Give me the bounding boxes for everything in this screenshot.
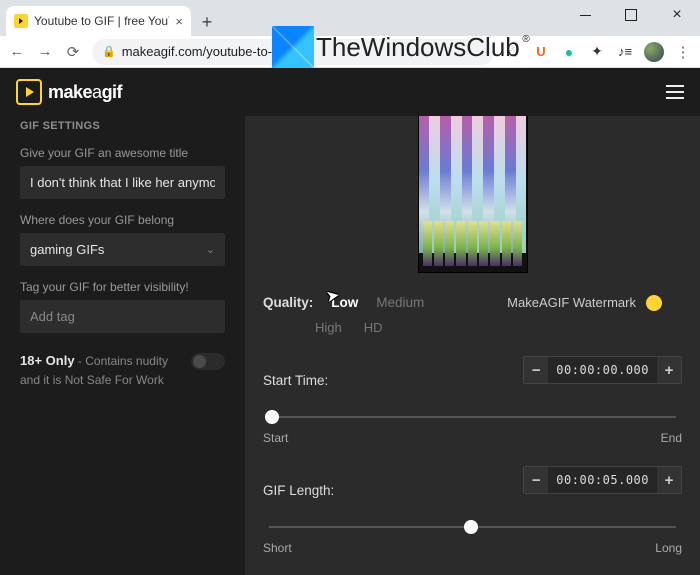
length-slider-thumb[interactable] <box>464 520 478 534</box>
extension-music-icon[interactable]: ♪≡ <box>616 43 634 61</box>
video-preview <box>418 116 528 273</box>
length-slider-right-label: Long <box>655 541 682 555</box>
logo-play-icon <box>16 79 42 105</box>
gif-length-label: GIF Length: <box>263 483 334 498</box>
category-value: gaming GIFs <box>30 242 104 257</box>
quality-hd[interactable]: HD <box>364 320 383 335</box>
overlay-brand-text: TheWindowsClub® <box>316 32 520 63</box>
quality-medium[interactable]: Medium <box>376 295 424 310</box>
extensions-icon[interactable]: ✦ <box>588 43 606 61</box>
chevron-down-icon: ⌄ <box>206 243 215 256</box>
logo-text: makeagif <box>48 82 122 103</box>
watermark-toggle[interactable] <box>646 295 662 311</box>
gif-length-value[interactable]: 00:00:05.000 <box>548 467 657 493</box>
adult-toggle[interactable] <box>191 353 225 370</box>
window-maximize-button[interactable] <box>608 0 654 30</box>
window-minimize-button[interactable] <box>562 0 608 30</box>
site-logo[interactable]: makeagif <box>16 79 122 105</box>
extension-u-icon[interactable]: U <box>532 43 550 61</box>
category-label: Where does your GIF belong <box>20 213 225 227</box>
url-text: makeagif.com/youtube-to-gif <box>122 44 286 59</box>
nav-reload-icon[interactable]: ⟳ <box>64 43 82 61</box>
browser-tab[interactable]: Youtube to GIF | free YouTube to × <box>6 6 191 36</box>
quality-low[interactable]: Low <box>331 295 358 310</box>
quality-label: Quality: <box>263 295 313 310</box>
profile-avatar[interactable] <box>644 42 664 62</box>
length-slider-left-label: Short <box>263 541 292 555</box>
start-slider-right-label: End <box>661 431 682 445</box>
chrome-menu-icon[interactable]: ⋮ <box>674 43 692 61</box>
start-time-label: Start Time: <box>263 373 328 388</box>
tab-title: Youtube to GIF | free YouTube to <box>34 14 169 28</box>
menu-hamburger-icon[interactable] <box>666 85 684 99</box>
tags-input[interactable]: Add tag <box>20 300 225 333</box>
length-plus-button[interactable]: + <box>657 467 681 493</box>
title-label: Give your GIF an awesome title <box>20 146 225 160</box>
start-time-value[interactable]: 00:00:00.000 <box>548 357 657 383</box>
quality-high[interactable]: High <box>315 320 342 335</box>
start-slider-left-label: Start <box>263 431 288 445</box>
start-slider-thumb[interactable] <box>265 410 279 424</box>
tab-close-icon[interactable]: × <box>175 14 183 29</box>
extension-grammarly-icon[interactable]: ● <box>560 43 578 61</box>
tab-favicon <box>14 14 28 28</box>
start-time-plus-button[interactable]: + <box>657 357 681 383</box>
lock-icon: 🔒 <box>102 45 116 58</box>
start-time-slider[interactable] <box>263 410 682 421</box>
gif-length-slider[interactable] <box>263 520 682 531</box>
start-time-control: − 00:00:00.000 + <box>523 356 682 384</box>
gif-title-input[interactable] <box>20 166 225 199</box>
nav-forward-icon[interactable]: → <box>36 43 54 60</box>
watermark-label: MakeAGIF Watermark <box>507 295 636 310</box>
nav-back-icon[interactable]: ← <box>8 43 26 60</box>
length-minus-button[interactable]: − <box>524 467 548 493</box>
overlay-logo-icon <box>272 26 314 68</box>
new-tab-button[interactable]: + <box>193 8 221 36</box>
adult-only-option: 18+ Only - Contains nudity and it is Not… <box>20 351 225 389</box>
brand-overlay: TheWindowsClub® <box>272 26 520 68</box>
sidebar-heading: GIF SETTINGS <box>20 120 225 132</box>
start-time-minus-button[interactable]: − <box>524 357 548 383</box>
category-select[interactable]: gaming GIFs ⌄ <box>20 233 225 266</box>
window-close-button[interactable]: × <box>654 0 700 30</box>
tags-label: Tag your GIF for better visibility! <box>20 280 225 294</box>
gif-length-control: − 00:00:05.000 + <box>523 466 682 494</box>
